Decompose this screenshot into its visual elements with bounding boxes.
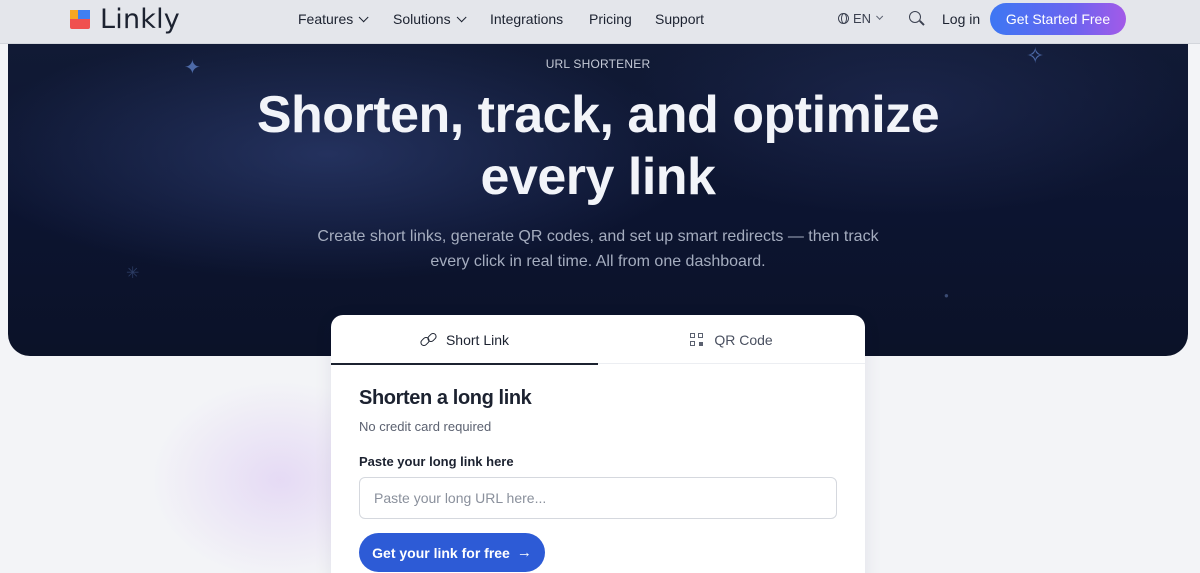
subtext-line: every click in real time. All from one d… [430,253,766,270]
nav-item-label: Pricing [589,11,632,27]
nav-item-label: Integrations [490,11,564,27]
nav-item-label: Support [655,11,705,27]
submit-label: Get your link for free [372,544,510,561]
hero-headline: Shorten, track, and optimize every link [8,84,1188,208]
sparkle-icon: ✳ [126,265,140,282]
nav-item-integrations[interactable]: Integrations [490,11,563,27]
nav-item-label: Solutions [393,11,451,27]
nav-item-label: Features [298,11,354,27]
tab-label: QR Code [714,331,773,348]
brand-name: Linkly [100,3,180,35]
card-title: Shorten a long link [359,387,532,409]
nav-item-support[interactable]: Support [655,11,704,27]
login-link[interactable]: Log in [942,11,980,27]
search-icon[interactable] [909,11,925,26]
tab-short-link[interactable]: Short Link [331,315,598,365]
hero-subtext: Create short links, generate QR codes, a… [308,224,888,274]
card-subtitle: No credit card required [359,419,492,434]
hero-section: ✦ ✧ ✳ ● URL SHORTENER Shorten, track, an… [8,44,1188,356]
url-field-label: Paste your long link here [359,454,514,469]
nav-item-features[interactable]: Features [298,11,369,27]
headline-line: Shorten, track, and optimize [256,86,940,144]
chevron-down-icon [358,11,369,22]
language-label: EN [853,11,872,26]
nav-item-solutions[interactable]: Solutions [393,11,467,27]
long-url-input[interactable] [359,477,837,519]
nav-item-pricing[interactable]: Pricing [589,11,632,27]
brand-logo[interactable]: Linkly [68,3,180,35]
globe-icon [838,13,849,24]
get-link-button[interactable]: Get your link for free → [359,533,545,572]
language-selector[interactable]: EN [838,11,884,26]
chevron-down-icon [876,12,884,20]
star-dot-icon: ● [944,291,949,300]
hero-eyebrow: URL SHORTENER [545,57,651,71]
headline-line: every link [480,148,716,206]
card-tabs: Short Link QR Code [331,315,865,365]
chevron-down-icon [456,11,467,22]
arrow-right-icon: → [516,544,532,561]
subtext-line: Create short links, generate QR codes, a… [317,228,879,245]
tab-qr-code[interactable]: QR Code [598,315,865,364]
top-nav: Linkly Features Solutions Integrations P… [0,0,1200,44]
tab-label: Short Link [445,331,510,348]
link-icon [418,330,438,348]
get-started-button[interactable]: Get Started Free [990,3,1126,35]
shortener-card: Short Link QR Code Shorten a long link N… [331,315,865,573]
linkly-logo-icon [68,6,94,32]
qr-code-icon [690,332,704,347]
